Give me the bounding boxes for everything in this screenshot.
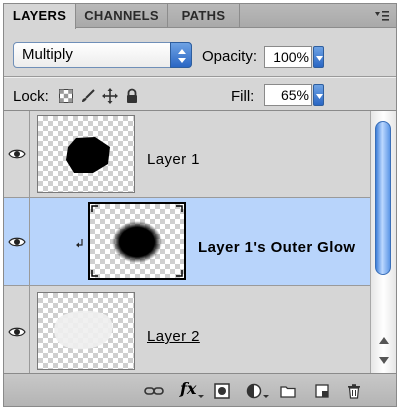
lock-position-move-icon[interactable]	[102, 88, 118, 104]
fill-dropdown-icon[interactable]	[313, 84, 324, 106]
layer-thumbnail[interactable]	[37, 292, 135, 370]
panel-menu-icon[interactable]	[374, 9, 390, 23]
opacity-label: Opacity:	[202, 48, 258, 65]
tab-bar: LAYERS CHANNELS PATHS	[4, 4, 396, 29]
blend-mode-value: Multiply	[22, 46, 73, 63]
adjustment-dropdown-icon	[263, 395, 269, 398]
tab-layers[interactable]: LAYERS	[4, 4, 76, 29]
fill-field[interactable]: 65%	[264, 84, 312, 106]
new-layer-icon[interactable]	[314, 383, 330, 399]
layer-name[interactable]: Layer 2	[147, 328, 200, 345]
folder-icon[interactable]	[280, 383, 296, 399]
fx-dropdown-icon	[198, 395, 204, 398]
layers-toolbar: fx	[4, 373, 396, 406]
opacity-dropdown-icon[interactable]	[313, 46, 324, 68]
layer-thumbnail[interactable]	[37, 115, 135, 193]
visibility-toggle[interactable]	[4, 111, 30, 197]
layer-row-layer-1[interactable]: Layer 1	[4, 111, 370, 198]
visibility-toggle[interactable]	[4, 286, 30, 373]
adjustment-icon[interactable]	[246, 383, 262, 399]
layer-thumbnail-selected[interactable]	[88, 202, 186, 280]
scrollbar-thumb[interactable]	[375, 121, 391, 275]
layers-panel: LAYERS CHANNELS PATHS Multiply Opacity: …	[3, 3, 397, 407]
layers-scrollbar[interactable]	[370, 111, 396, 373]
glow-shape-thumbnail	[91, 205, 183, 277]
lock-transparency-icon[interactable]	[58, 88, 74, 104]
opacity-field[interactable]: 100%	[264, 46, 312, 68]
faint-shape-thumbnail	[54, 310, 113, 350]
layer-name[interactable]: Layer 1's Outer Glow	[198, 239, 355, 256]
layer-name[interactable]: Layer 1	[147, 151, 200, 168]
layer-row-layer-2[interactable]: Layer 2	[4, 286, 370, 373]
select-arrows-icon	[170, 42, 192, 68]
link-icon[interactable]	[144, 383, 164, 399]
tab-paths[interactable]: PATHS	[168, 4, 240, 28]
layer-row-outer-glow[interactable]: Layer 1's Outer Glow	[4, 198, 370, 286]
eye-icon	[8, 327, 26, 337]
lock-pixels-brush-icon[interactable]	[80, 88, 96, 104]
tab-channels[interactable]: CHANNELS	[76, 4, 168, 28]
trash-icon[interactable]	[346, 383, 362, 399]
mask-icon[interactable]	[214, 383, 230, 399]
black-shape-thumbnail	[66, 137, 110, 173]
visibility-toggle[interactable]	[4, 198, 30, 285]
fill-label: Fill:	[231, 88, 255, 105]
eye-icon	[8, 237, 26, 247]
divider-highlight	[4, 77, 396, 78]
lock-all-icon[interactable]	[124, 88, 140, 104]
scroll-up-arrow-icon[interactable]	[379, 337, 389, 344]
scroll-down-arrow-icon[interactable]	[379, 357, 389, 364]
layers-list: Layer 1 Layer 1's Outer Glow Layer 2	[4, 111, 370, 373]
clipping-mask-arrow-icon	[76, 239, 83, 248]
lock-label: Lock:	[13, 88, 49, 105]
blend-mode-select[interactable]: Multiply	[13, 42, 192, 68]
fx-icon[interactable]: fx	[180, 379, 196, 398]
eye-icon	[8, 149, 26, 159]
